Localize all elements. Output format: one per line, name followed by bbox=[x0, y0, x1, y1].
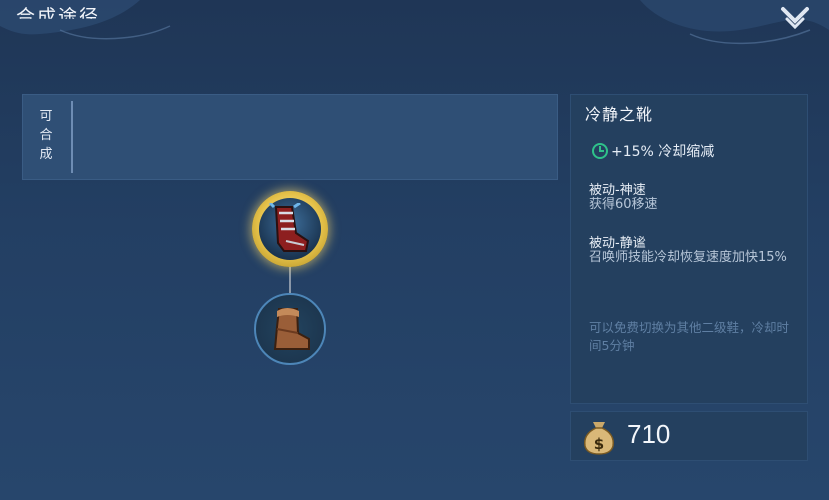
svg-text:$: $ bbox=[594, 435, 604, 453]
item-stat-text: +15% 冷却缩减 bbox=[611, 144, 715, 160]
item-price: 710 bbox=[627, 419, 671, 449]
cooldown-icon bbox=[592, 143, 608, 159]
header-cloud-decoration bbox=[0, 0, 829, 45]
item-slot-boots-of-tranquility[interactable] bbox=[252, 191, 328, 267]
passive-2-desc: 召唤师技能冷却恢复速度加快15% bbox=[589, 250, 787, 265]
money-bag-icon: $ bbox=[583, 422, 615, 455]
basic-boots-icon bbox=[273, 308, 310, 350]
price-box: $ 710 bbox=[570, 411, 808, 461]
item-detail-panel: 冷静之靴 +15% 冷却缩减 被动-神速 获得60移速 被动-静谧 召唤师技能冷… bbox=[570, 94, 808, 404]
item-slot-basic-boots[interactable] bbox=[254, 293, 326, 365]
chevron-down-icon bbox=[781, 7, 809, 30]
boots-of-tranquility-icon bbox=[268, 203, 310, 252]
item-note: 可以免费切换为其他二级鞋，冷却时间5分钟 bbox=[589, 320, 790, 353]
page-title: 合成途径 bbox=[16, 6, 101, 28]
item-stat: +15% 冷却缩减 bbox=[591, 141, 714, 161]
passive-1-desc: 获得60移速 bbox=[589, 197, 658, 212]
recipe-connector-line bbox=[289, 264, 291, 296]
collapse-button[interactable] bbox=[778, 4, 812, 34]
composable-label: 可合成 bbox=[39, 109, 53, 162]
composable-items-bar: 可合成 bbox=[22, 94, 558, 180]
item-name: 冷静之靴 bbox=[585, 105, 654, 124]
composable-divider bbox=[71, 101, 73, 173]
